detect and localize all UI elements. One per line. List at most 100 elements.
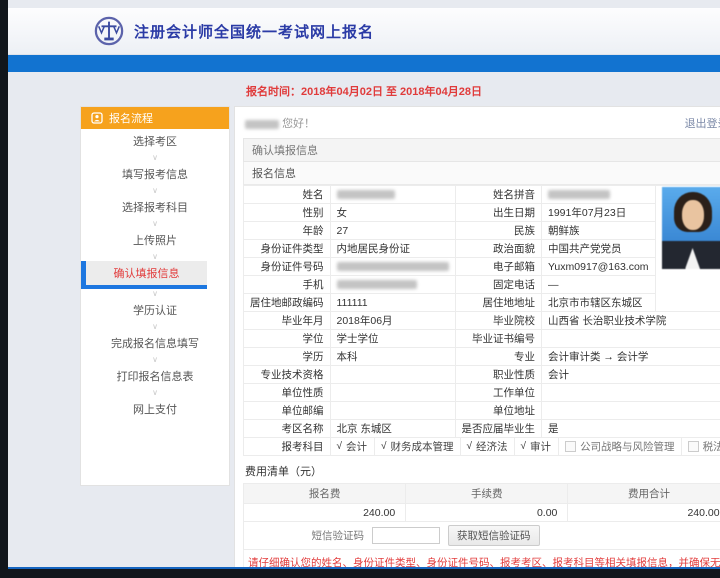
sms-code-label: 短信验证码: [244, 528, 372, 543]
chevron-down-icon: ∨: [81, 289, 229, 298]
field-value: 山西省 长治职业技术学院: [542, 312, 720, 330]
field-value: 会计: [542, 366, 720, 384]
page-title: 注册会计师全国统一考试网上报名: [134, 21, 374, 42]
sidebar-item-3[interactable]: 上传照片: [81, 228, 229, 252]
field-value: 27: [330, 222, 455, 240]
field-value: 本科: [330, 348, 455, 366]
field-label: 单位性质: [244, 384, 331, 402]
field-label: 单位地址: [455, 402, 542, 420]
field-label: 性别: [244, 204, 331, 222]
subject-label: 会计: [346, 439, 367, 454]
field-label: 政治面貌: [455, 240, 542, 258]
subject-label: 经济法: [476, 439, 508, 454]
field-value: 2018年06月: [330, 312, 455, 330]
chevron-down-icon: ∨: [81, 186, 229, 195]
step-title-bar: 确认填报信息: [243, 138, 720, 162]
field-value: 北京市市辖区东城区: [542, 294, 656, 312]
masked-username: [245, 120, 279, 129]
chevron-down-icon: ∨: [81, 153, 229, 162]
bottom-divider-line: [8, 567, 720, 569]
field-label: 年龄: [244, 222, 331, 240]
field-value: 学士学位: [330, 330, 455, 348]
fee-value: 0.00: [406, 504, 568, 522]
info-row: 年龄27民族朝鲜族: [244, 222, 720, 240]
field-value: [330, 384, 455, 402]
get-sms-code-button[interactable]: 获取短信验证码: [448, 525, 540, 546]
field-label: 考区名称: [244, 420, 331, 438]
logout-link[interactable]: 退出登录: [685, 115, 720, 131]
info-row: 手机固定电话—: [244, 276, 720, 294]
fee-column-header: 手续费: [406, 484, 568, 504]
cicpa-logo-icon: [94, 16, 124, 46]
subjects-cell: √会计√财务成本管理√经济法√审计公司战略与风险管理税法: [330, 438, 720, 456]
app-header: 注册会计师全国统一考试网上报名: [8, 8, 720, 55]
field-label: 毕业院校: [455, 312, 542, 330]
field-value: [542, 402, 720, 420]
field-value: 1991年07月23日: [542, 204, 656, 222]
info-row: 单位邮编单位地址: [244, 402, 720, 420]
subject-checkbox-checked[interactable]: √审计: [515, 438, 560, 455]
sidebar-item-5[interactable]: 学历认证: [81, 298, 229, 322]
sidebar: 报名流程 选择考区∨填写报考信息∨选择报考科目∨上传照片∨确认填报信息∨学历认证…: [80, 106, 230, 486]
info-row: 姓名 姓名拼音: [244, 186, 720, 204]
sidebar-item-1[interactable]: 填写报考信息: [81, 162, 229, 186]
info-row: 考区名称北京 东城区是否应届毕业生是: [244, 420, 720, 438]
check-icon: √: [467, 441, 473, 452]
fee-column-header: 费用合计: [568, 484, 720, 504]
chevron-down-icon: ∨: [81, 388, 229, 397]
photo-cell: [655, 186, 720, 312]
subject-checkbox-checked[interactable]: √经济法: [461, 438, 515, 455]
field-value: [330, 276, 455, 294]
masked-value: [548, 190, 610, 199]
sidebar-item-2[interactable]: 选择报考科目: [81, 195, 229, 219]
fee-values-row: 240.000.00240.00: [244, 504, 720, 522]
field-label: 姓名拼音: [455, 186, 542, 204]
field-value: [330, 258, 455, 276]
subjects-label: 报考科目: [244, 438, 331, 456]
info-row: 专业技术资格职业性质会计: [244, 366, 720, 384]
info-row: 学历本科专业会计审计类 → 会计学: [244, 348, 720, 366]
sidebar-item-4[interactable]: 确认填报信息: [81, 261, 207, 289]
chevron-down-icon: ∨: [81, 322, 229, 331]
sidebar-item-6[interactable]: 完成报名信息填写: [81, 331, 229, 355]
field-value: [330, 402, 455, 420]
sidebar-item-8[interactable]: 网上支付: [81, 397, 229, 421]
fee-section-title: 费用清单（元）: [243, 456, 720, 483]
subject-checkbox-unchecked[interactable]: 税法: [682, 438, 720, 455]
field-label: 电子邮箱: [455, 258, 542, 276]
info-row: 单位性质 工作单位: [244, 384, 720, 402]
field-label: 毕业证书编号: [455, 330, 542, 348]
check-icon: √: [337, 441, 343, 452]
fee-column-header: 报名费: [244, 484, 406, 504]
field-value: [330, 186, 455, 204]
main-nav-bar: [8, 55, 720, 72]
field-label: 居住地地址: [455, 294, 542, 312]
masked-value: [337, 190, 395, 199]
field-label: 工作单位: [455, 384, 542, 402]
sidebar-item-7[interactable]: 打印报名信息表: [81, 364, 229, 388]
info-row: 性别女出生日期1991年07月23日: [244, 204, 720, 222]
field-value: 中国共产党党员: [542, 240, 656, 258]
field-label: 职业性质: [455, 366, 542, 384]
registration-info-table: 姓名姓名拼音性别女出生日期1991年07月23日年龄27民族朝鲜族身份证件类型内…: [243, 185, 720, 456]
subject-checkbox-unchecked[interactable]: 公司战略与风险管理: [559, 438, 682, 455]
field-value: [542, 384, 720, 402]
subject-checkbox-checked[interactable]: √会计: [331, 438, 376, 455]
fee-table: 报名费手续费费用合计 240.000.00240.00: [243, 483, 720, 522]
sidebar-item-0[interactable]: 选择考区: [81, 129, 229, 153]
field-label: 身份证件类型: [244, 240, 331, 258]
masked-value: [337, 262, 449, 271]
subject-checkbox-checked[interactable]: √财务成本管理: [375, 438, 461, 455]
field-label: 姓名: [244, 186, 331, 204]
check-icon: √: [521, 441, 527, 452]
sidebar-title: 报名流程: [109, 110, 153, 126]
sms-code-input[interactable]: [372, 527, 440, 544]
field-label: 民族: [455, 222, 542, 240]
field-label: 居住地邮政编码: [244, 294, 331, 312]
checkbox-empty-icon: [688, 441, 699, 452]
page: 注册会计师全国统一考试网上报名 报名时间：2018年04月02日 至 2018年…: [8, 0, 720, 568]
fee-header-row: 报名费手续费费用合计: [244, 484, 720, 504]
field-label: 学历: [244, 348, 331, 366]
info-row: 居住地邮政编码111111居住地地址北京市市辖区东城区: [244, 294, 720, 312]
field-value: [330, 366, 455, 384]
